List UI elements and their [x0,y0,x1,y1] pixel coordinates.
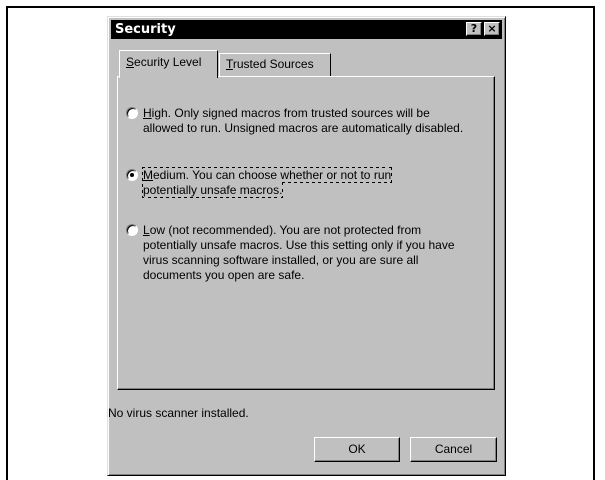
option-low-label: Low (not recommended). You are not prote… [143,223,473,283]
option-high-text: igh. Only signed macros from trusted sou… [143,106,464,135]
tab-trusted-sources-mnemonic: T [226,57,233,71]
option-low-text: ow (not recommended). You are not protec… [143,223,455,282]
title-bar[interactable]: Security ? × [111,20,502,39]
option-high-label: High. Only signed macros from trusted so… [143,106,473,136]
dialog-title: Security [115,22,176,37]
tab-security-level-label: ecurity Level [134,55,202,69]
virus-scanner-status: No virus scanner installed. [108,406,249,420]
ok-button[interactable]: OK [314,437,400,462]
tab-trusted-sources[interactable]: Trusted Sources [219,53,331,77]
option-medium-label: Medium. You can choose whether or not to… [141,167,423,198]
close-icon: × [487,22,497,35]
option-medium-text: edium. You can choose whether or not to … [143,168,392,197]
option-low-mnemonic: L [143,223,150,237]
tab-security-level[interactable]: Security Level [119,50,218,78]
cancel-button[interactable]: Cancel [410,437,497,462]
help-icon: ? [470,22,478,35]
security-level-panel: High. Only signed macros from trusted so… [117,76,495,390]
radio-high[interactable] [126,107,138,119]
radio-low[interactable] [126,224,138,236]
focus-indicator: Medium. You can choose whether or not to… [141,167,393,198]
tab-trusted-sources-label: rusted Sources [232,57,314,71]
security-dialog: Security ? × Security Level Trusted Sour… [107,16,506,476]
tab-security-level-mnemonic: S [126,55,135,69]
radio-medium[interactable] [126,169,138,181]
help-button[interactable]: ? [466,22,482,36]
close-button[interactable]: × [484,22,500,36]
option-high-mnemonic: H [143,106,152,120]
option-medium-mnemonic: M [143,168,153,182]
